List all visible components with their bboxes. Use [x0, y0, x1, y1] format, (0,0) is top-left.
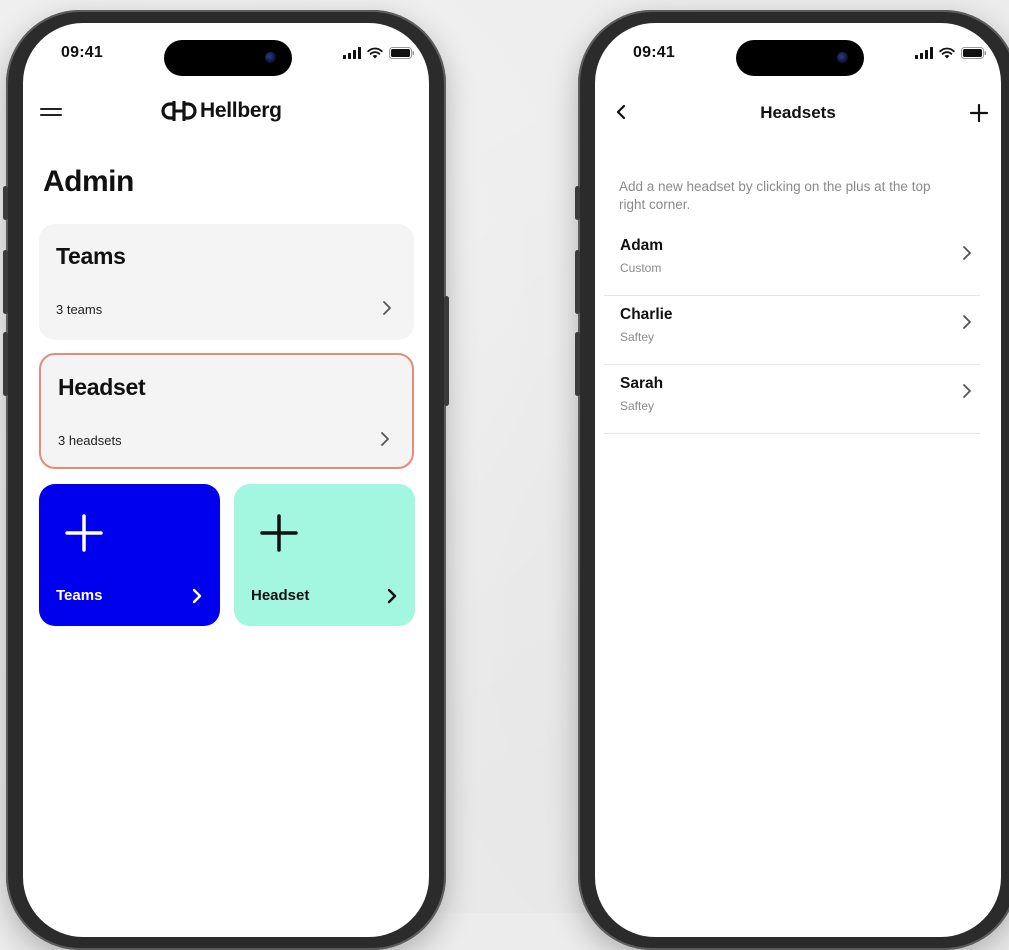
headset-card-title: Headset [58, 374, 146, 400]
dynamic-island [736, 40, 864, 76]
headset-type: Custom [620, 261, 662, 275]
headset-row-adam[interactable]: Adam Custom [604, 227, 980, 296]
status-time: 09:41 [633, 44, 675, 61]
chevron-right-icon [963, 246, 971, 260]
signal-icon [343, 47, 361, 59]
headset-name: Sarah [620, 375, 664, 392]
status-time: 09:41 [61, 44, 103, 61]
phone-headsets: 09:41 Headsets Add a new headset by clic… [575, 10, 1009, 950]
headset-card-count: 3 headsets [58, 433, 122, 448]
add-team-label: Teams [56, 587, 103, 604]
wifi-icon [367, 47, 383, 59]
battery-icon [389, 47, 415, 59]
chevron-right-icon [383, 301, 391, 315]
menu-icon[interactable] [40, 107, 62, 117]
brand-name: Hellberg [200, 99, 282, 122]
headset-name: Charlie [620, 306, 673, 323]
add-team-button[interactable]: Teams [39, 484, 220, 626]
volume-down-button [575, 332, 580, 396]
volume-up-button [3, 250, 8, 314]
add-headset-button[interactable]: Headset [234, 484, 415, 626]
chevron-right-icon [381, 432, 389, 446]
hellberg-logo-icon [161, 101, 197, 121]
page-title: Admin [43, 165, 134, 198]
teams-card-title: Teams [56, 243, 126, 269]
status-icons [343, 47, 415, 59]
headset-name: Adam [620, 237, 664, 254]
brand-logo: Hellberg [161, 99, 282, 123]
camera-icon [265, 52, 276, 63]
dynamic-island [164, 40, 292, 76]
headset-card[interactable]: Headset 3 headsets [39, 353, 414, 469]
headset-type: Saftey [620, 330, 655, 344]
plus-icon [65, 514, 103, 552]
power-button [444, 296, 449, 406]
teams-card-count: 3 teams [56, 302, 103, 317]
page-title: Headsets [760, 103, 836, 122]
chevron-right-icon [963, 315, 971, 329]
camera-icon [837, 52, 848, 63]
action-button [3, 186, 8, 220]
add-headset-label: Headset [251, 587, 310, 604]
headsets-screen: 09:41 Headsets Add a new headset by clic… [595, 23, 1001, 937]
chevron-right-icon [192, 588, 202, 604]
admin-screen: 09:41 Hellberg Admin Teams 3 teams Heads… [23, 23, 429, 937]
action-button [575, 186, 580, 220]
plus-icon [260, 514, 298, 552]
plus-icon[interactable] [969, 103, 989, 123]
headset-row-charlie[interactable]: Charlie Saftey [604, 296, 980, 365]
volume-up-button [575, 250, 580, 314]
headset-type: Saftey [620, 399, 655, 413]
headset-row-sarah[interactable]: Sarah Saftey [604, 365, 980, 434]
signal-icon [915, 47, 933, 59]
wifi-icon [939, 47, 955, 59]
status-icons [915, 47, 987, 59]
volume-down-button [3, 332, 8, 396]
battery-icon [961, 47, 987, 59]
chevron-right-icon [387, 588, 397, 604]
chevron-right-icon [963, 384, 971, 398]
hint-text: Add a new headset by clicking on the plu… [619, 179, 931, 212]
teams-card[interactable]: Teams 3 teams [39, 224, 414, 340]
phone-admin: 09:41 Hellberg Admin Teams 3 teams Heads… [3, 10, 449, 950]
